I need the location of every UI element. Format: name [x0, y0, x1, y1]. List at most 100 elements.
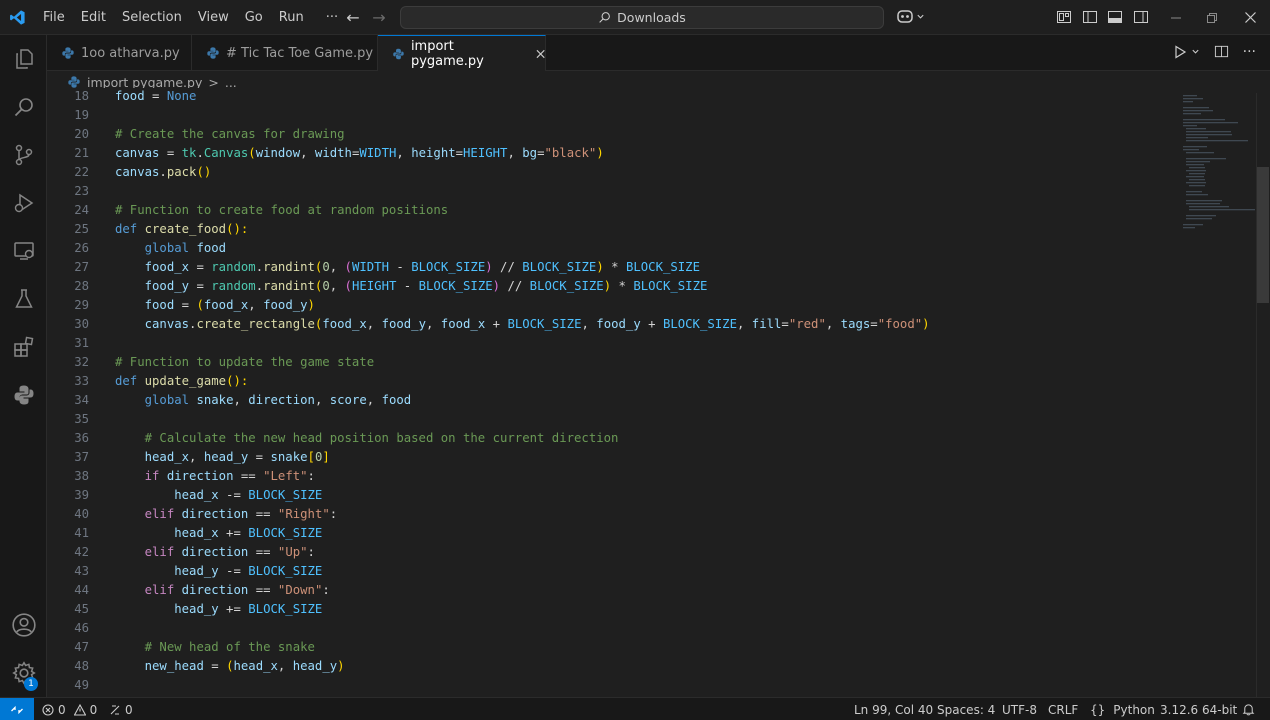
- code-line[interactable]: 30 canvas.create_rectangle(food_x, food_…: [47, 315, 1257, 334]
- forward-arrow-icon[interactable]: →: [369, 8, 389, 28]
- run-python-file-button[interactable]: [1173, 44, 1200, 59]
- code-line[interactable]: 34 global snake, direction, score, food: [47, 391, 1257, 410]
- accounts-icon[interactable]: [0, 601, 47, 649]
- testing-flask-icon[interactable]: [0, 275, 47, 323]
- cursor-position[interactable]: Ln 99, Col 40: [854, 698, 933, 720]
- toggle-primary-sidebar-icon[interactable]: [1082, 9, 1098, 25]
- close-window-icon[interactable]: [1232, 0, 1268, 35]
- code-line[interactable]: 42 elif direction == "Up":: [47, 543, 1257, 562]
- encoding-setting[interactable]: UTF-8: [1002, 698, 1037, 720]
- code-line[interactable]: 45 head_y += BLOCK_SIZE: [47, 600, 1257, 619]
- code-line[interactable]: 36 # Calculate the new head position bas…: [47, 429, 1257, 448]
- code-line[interactable]: 33 def update_game():: [47, 372, 1257, 391]
- menu-file[interactable]: File: [35, 0, 73, 35]
- code-line[interactable]: 38 if direction == "Left":: [47, 467, 1257, 486]
- notifications-bell-icon[interactable]: [1242, 698, 1255, 720]
- minimap[interactable]: [1180, 93, 1255, 243]
- minimize-icon[interactable]: [1158, 0, 1194, 35]
- code-line[interactable]: 18 food = None: [47, 88, 1257, 106]
- scrollbar-thumb[interactable]: [1257, 167, 1269, 303]
- code-token: food_x: [144, 260, 190, 274]
- code-line[interactable]: 28 food_y = random.randint(0, (HEIGHT - …: [47, 277, 1257, 296]
- code-line[interactable]: 20 # Create the canvas for drawing: [47, 125, 1257, 144]
- code-line[interactable]: 47 # New head of the snake: [47, 638, 1257, 657]
- code-token: global: [144, 241, 190, 255]
- code-line[interactable]: 26 global food: [47, 239, 1257, 258]
- python-icon[interactable]: [0, 371, 47, 419]
- menu-go[interactable]: Go: [237, 0, 271, 35]
- ports-indicator[interactable]: 0: [109, 698, 133, 720]
- code-line[interactable]: 31: [47, 334, 1257, 353]
- restore-icon[interactable]: [1194, 0, 1230, 35]
- eol-setting[interactable]: CRLF: [1048, 698, 1078, 720]
- code-line[interactable]: 25 def create_food():: [47, 220, 1257, 239]
- command-center-search[interactable]: Downloads: [400, 6, 884, 29]
- code-line[interactable]: 40 elif direction == "Right":: [47, 505, 1257, 524]
- code-token: =: [189, 279, 212, 293]
- code-line[interactable]: 19: [47, 106, 1257, 125]
- code-token: canvas: [144, 317, 190, 331]
- title-bar: File Edit Selection View Go Run ··· ← → …: [0, 0, 1270, 35]
- menu-view[interactable]: View: [190, 0, 237, 35]
- tab-1oo-atharva[interactable]: 1oo atharva.py: [47, 35, 192, 71]
- code-line[interactable]: 41 head_x += BLOCK_SIZE: [47, 524, 1257, 543]
- toggle-panel-icon[interactable]: [1107, 9, 1123, 25]
- tab-import-pygame[interactable]: import pygame.py: [378, 35, 546, 71]
- code-token: =: [174, 298, 197, 312]
- code-line[interactable]: 24 # Function to create food at random po…: [47, 201, 1257, 220]
- python-interpreter[interactable]: 3.12.6 64-bit: [1160, 698, 1237, 720]
- language-mode[interactable]: {} Python: [1090, 698, 1155, 720]
- code-line[interactable]: 23: [47, 182, 1257, 201]
- remote-indicator-button[interactable]: [0, 698, 34, 720]
- line-number: 43: [74, 564, 89, 578]
- code-line[interactable]: 39 head_x -= BLOCK_SIZE: [47, 486, 1257, 505]
- code-line[interactable]: 44 elif direction == "Down":: [47, 581, 1257, 600]
- problems-indicator[interactable]: 0 0: [42, 698, 97, 720]
- code-line[interactable]: 46: [47, 619, 1257, 638]
- code-token: ==: [248, 507, 278, 521]
- code-token: WIDTH: [351, 260, 389, 274]
- source-control-icon[interactable]: [0, 131, 47, 179]
- code-token: :: [329, 507, 338, 521]
- code-token: head_y: [174, 602, 219, 616]
- indentation-setting[interactable]: Spaces: 4: [937, 698, 995, 720]
- code-line[interactable]: 32 # Function to update the game state: [47, 353, 1257, 372]
- back-arrow-icon[interactable]: ←: [343, 8, 363, 28]
- menu-edit[interactable]: Edit: [73, 0, 114, 35]
- manage-gear-icon[interactable]: 1: [0, 649, 47, 697]
- code-token: .: [255, 279, 264, 293]
- code-line[interactable]: 37 head_x, head_y = snake[0]: [47, 448, 1257, 467]
- tab-tic-tac-toe-game[interactable]: # Tic Tac Toe Game.py: [192, 35, 378, 71]
- code-token: //: [500, 279, 530, 293]
- extensions-icon[interactable]: [0, 323, 47, 371]
- code-token: ():: [226, 222, 249, 236]
- code-line[interactable]: 27 food_x = random.randint(0, (WIDTH - B…: [47, 258, 1257, 277]
- code-token: head_y: [292, 659, 338, 673]
- split-editor-icon[interactable]: [1214, 44, 1229, 59]
- run-debug-icon[interactable]: [0, 179, 47, 227]
- code-line[interactable]: 49: [47, 676, 1257, 695]
- search-icon[interactable]: [0, 83, 47, 131]
- line-code: def create_food():: [115, 220, 248, 239]
- line-code: head_x += BLOCK_SIZE: [115, 524, 322, 543]
- toggle-secondary-sidebar-icon[interactable]: [1133, 9, 1149, 25]
- code-editor[interactable]: 18 food = None 19 20 # Create the canvas for…: [47, 88, 1257, 697]
- code-line[interactable]: 35: [47, 410, 1257, 429]
- copilot-button[interactable]: [896, 8, 925, 24]
- code-line[interactable]: 29 food = (food_x, food_y): [47, 296, 1257, 315]
- code-line[interactable]: 21 canvas = tk.Canvas(window, width = WIDTH…: [47, 144, 1257, 163]
- more-actions-icon[interactable]: ···: [1243, 45, 1256, 59]
- error-icon: [42, 703, 54, 716]
- code-token: ,: [300, 146, 315, 160]
- code-line[interactable]: 22 canvas.pack(): [47, 163, 1257, 182]
- close-tab-icon[interactable]: [536, 49, 545, 59]
- menu-run[interactable]: Run: [271, 0, 312, 35]
- menu-more[interactable]: ···: [312, 0, 346, 35]
- explorer-icon[interactable]: [0, 35, 47, 83]
- code-token: head_y: [203, 450, 249, 464]
- menu-selection[interactable]: Selection: [114, 0, 190, 35]
- remote-explorer-icon[interactable]: [0, 227, 47, 275]
- code-line[interactable]: 43 head_y -= BLOCK_SIZE: [47, 562, 1257, 581]
- code-line[interactable]: 48 new_head = (head_x, head_y): [47, 657, 1257, 676]
- customize-layout-icon[interactable]: [1056, 9, 1072, 25]
